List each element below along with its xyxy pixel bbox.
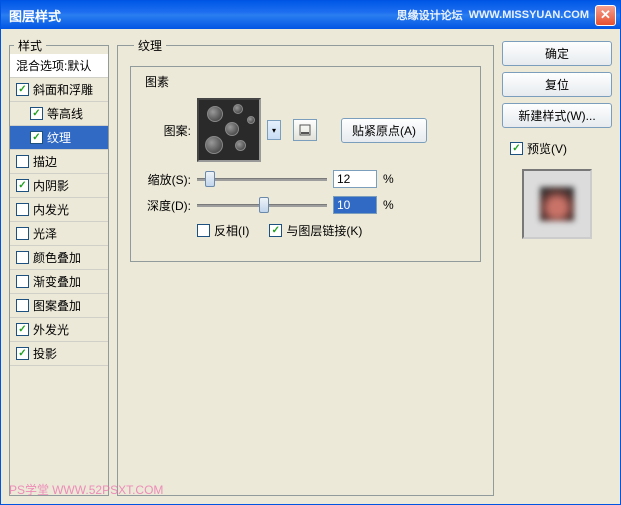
- style-checkbox[interactable]: [16, 251, 29, 264]
- style-checkbox[interactable]: [30, 107, 43, 120]
- elements-group-title: 图素: [141, 73, 173, 90]
- elements-group: 图素 图案: ▾: [130, 66, 481, 262]
- preview-checkbox-row[interactable]: 预览(V): [510, 140, 612, 157]
- style-checkbox[interactable]: [16, 347, 29, 360]
- main-panel: 纹理 图素 图案: ▾: [117, 37, 494, 496]
- link-label: 与图层链接(K): [286, 222, 362, 239]
- link-checkbox-row[interactable]: 与图层链接(K): [269, 222, 362, 239]
- scale-unit: %: [383, 172, 394, 186]
- style-item-1[interactable]: 等高线: [10, 102, 108, 126]
- watermark-text-2: WWW.MISSYUAN.COM: [469, 9, 589, 21]
- bottom-watermark: PS学堂 WWW.52PSXT.COM: [9, 481, 163, 498]
- depth-slider[interactable]: [197, 196, 327, 214]
- close-button[interactable]: ✕: [595, 5, 616, 26]
- pattern-preview[interactable]: [197, 98, 261, 162]
- style-item-label: 图案叠加: [33, 297, 81, 314]
- style-item-8[interactable]: 渐变叠加: [10, 270, 108, 294]
- style-item-5[interactable]: 内发光: [10, 198, 108, 222]
- style-item-9[interactable]: 图案叠加: [10, 294, 108, 318]
- style-item-label: 斜面和浮雕: [33, 81, 93, 98]
- style-checkbox[interactable]: [16, 299, 29, 312]
- blend-options-header[interactable]: 混合选项:默认: [10, 54, 108, 78]
- invert-checkbox-row[interactable]: 反相(I): [197, 222, 249, 239]
- new-style-button[interactable]: 新建样式(W)...: [502, 103, 612, 128]
- style-checkbox[interactable]: [30, 131, 43, 144]
- new-preset-icon: [298, 123, 312, 137]
- style-item-3[interactable]: 描边: [10, 150, 108, 174]
- invert-label: 反相(I): [214, 222, 249, 239]
- preview-inner: [540, 187, 574, 221]
- style-item-label: 渐变叠加: [33, 273, 81, 290]
- right-panel: 确定 复位 新建样式(W)... 预览(V): [502, 37, 612, 496]
- style-checkbox[interactable]: [16, 323, 29, 336]
- invert-checkbox[interactable]: [197, 224, 210, 237]
- style-item-7[interactable]: 颜色叠加: [10, 246, 108, 270]
- style-item-label: 颜色叠加: [33, 249, 81, 266]
- style-checkbox[interactable]: [16, 155, 29, 168]
- preview-checkbox[interactable]: [510, 142, 523, 155]
- depth-row: 深度(D): 10 %: [141, 196, 470, 214]
- reset-button[interactable]: 复位: [502, 72, 612, 97]
- styles-sidebar: 样式 混合选项:默认 斜面和浮雕等高线纹理描边内阴影内发光光泽颜色叠加渐变叠加图…: [9, 37, 109, 496]
- watermark-text-1: 思缘设计论坛: [397, 7, 463, 23]
- pattern-dropdown[interactable]: ▾: [267, 120, 281, 140]
- style-item-label: 内发光: [33, 201, 69, 218]
- preview-swatch: [522, 169, 592, 239]
- style-item-4[interactable]: 内阴影: [10, 174, 108, 198]
- style-item-6[interactable]: 光泽: [10, 222, 108, 246]
- layer-style-dialog: 图层样式 思缘设计论坛 WWW.MISSYUAN.COM ✕ 样式 混合选项:默…: [0, 0, 621, 505]
- link-checkbox[interactable]: [269, 224, 282, 237]
- style-item-label: 纹理: [47, 129, 71, 146]
- style-item-0[interactable]: 斜面和浮雕: [10, 78, 108, 102]
- pattern-row: 图案: ▾ 贴紧原点(A): [141, 98, 470, 162]
- style-checkbox[interactable]: [16, 227, 29, 240]
- dialog-content: 样式 混合选项:默认 斜面和浮雕等高线纹理描边内阴影内发光光泽颜色叠加渐变叠加图…: [1, 29, 620, 504]
- style-item-label: 内阴影: [33, 177, 69, 194]
- style-item-2[interactable]: 纹理: [10, 126, 108, 150]
- sidebar-legend: 样式: [14, 37, 46, 54]
- window-title: 图层样式: [5, 6, 397, 25]
- depth-input[interactable]: 10: [333, 196, 377, 214]
- style-checkbox[interactable]: [16, 203, 29, 216]
- style-item-10[interactable]: 外发光: [10, 318, 108, 342]
- style-checkbox[interactable]: [16, 83, 29, 96]
- new-preset-button[interactable]: [293, 119, 317, 141]
- preview-label: 预览(V): [527, 140, 567, 157]
- style-checkbox[interactable]: [16, 275, 29, 288]
- style-item-label: 外发光: [33, 321, 69, 338]
- style-item-label: 描边: [33, 153, 57, 170]
- scale-label: 缩放(S):: [141, 171, 191, 188]
- style-item-11[interactable]: 投影: [10, 342, 108, 366]
- main-legend: 纹理: [134, 37, 166, 54]
- scale-slider[interactable]: [197, 170, 327, 188]
- pattern-label: 图案:: [141, 122, 191, 139]
- style-checkbox[interactable]: [16, 179, 29, 192]
- style-item-label: 光泽: [33, 225, 57, 242]
- style-item-label: 投影: [33, 345, 57, 362]
- scale-input[interactable]: 12: [333, 170, 377, 188]
- snap-origin-button[interactable]: 贴紧原点(A): [341, 118, 427, 143]
- titlebar: 图层样式 思缘设计论坛 WWW.MISSYUAN.COM ✕: [1, 1, 620, 29]
- checkbox-row: 反相(I) 与图层链接(K): [197, 222, 470, 239]
- depth-label: 深度(D):: [141, 197, 191, 214]
- depth-unit: %: [383, 198, 394, 212]
- scale-row: 缩放(S): 12 %: [141, 170, 470, 188]
- style-item-label: 等高线: [47, 105, 83, 122]
- ok-button[interactable]: 确定: [502, 41, 612, 66]
- blend-options-label: 混合选项:默认: [16, 57, 91, 74]
